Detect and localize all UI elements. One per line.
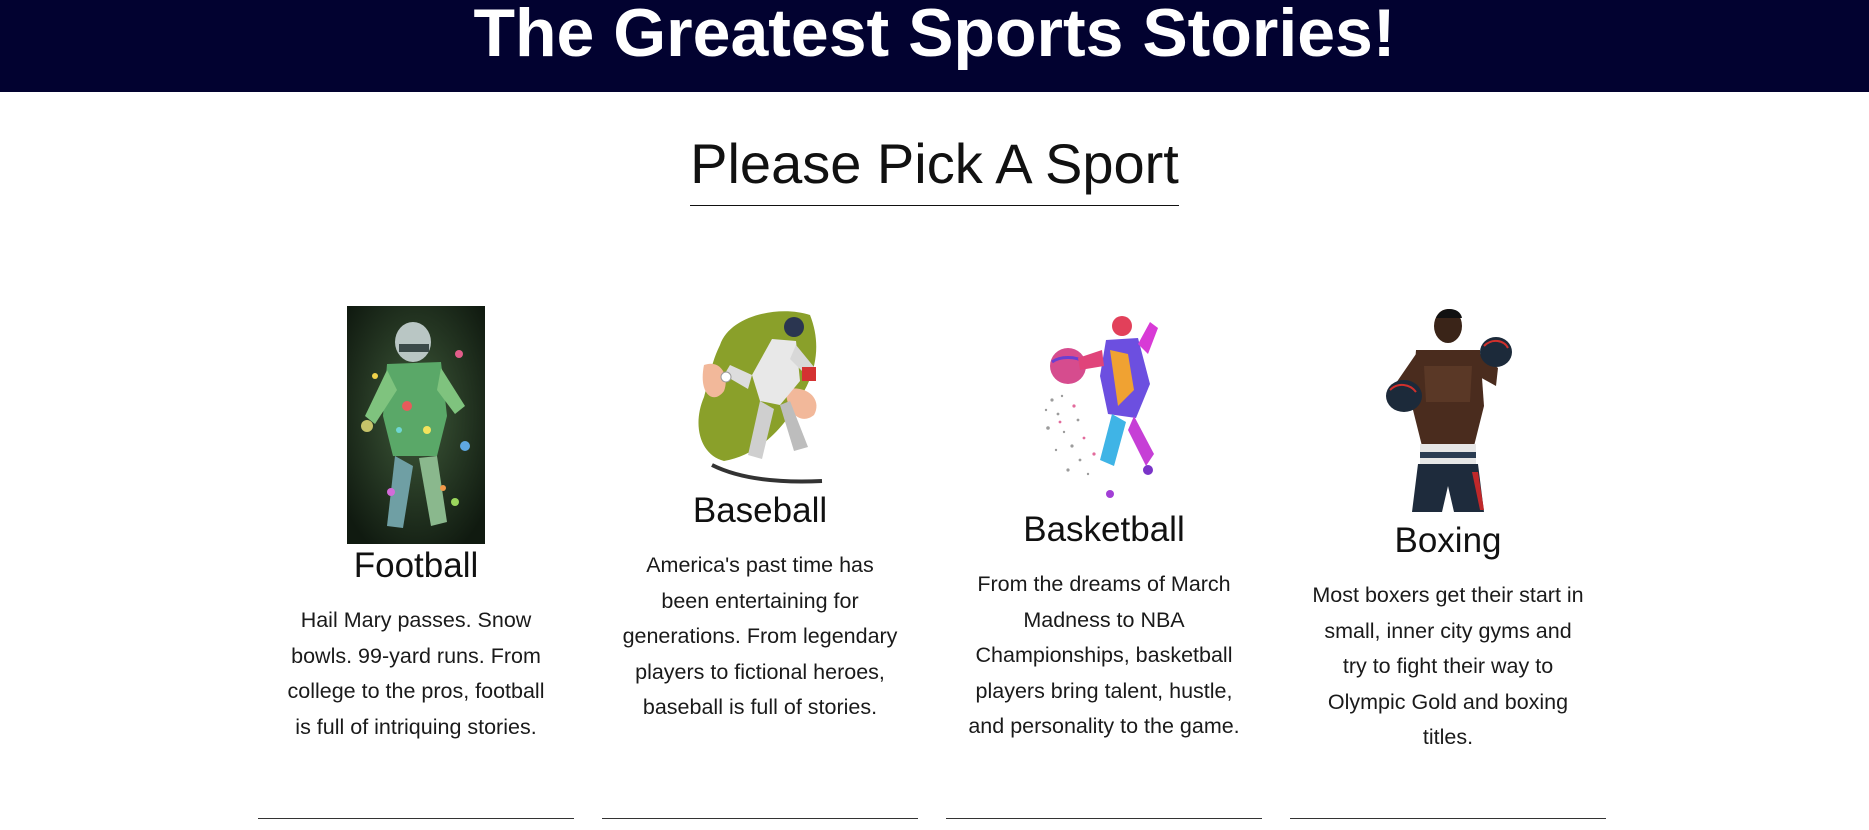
baseball-pitcher-icon <box>698 311 823 484</box>
sport-card-basketball[interactable]: Basketball From the dreams of March Madn… <box>946 300 1262 822</box>
football-player-icon <box>347 306 485 544</box>
sport-description-football: Hail Mary passes. Snow bowls. 99-yard ru… <box>287 608 545 739</box>
sport-title-baseball[interactable]: Baseball <box>602 490 918 532</box>
basketball-player-image[interactable] <box>1038 310 1170 500</box>
site-title: The Greatest Sports Stories! <box>473 0 1396 71</box>
sport-title-football[interactable]: Football <box>258 545 574 587</box>
sport-title-basketball[interactable]: Basketball <box>946 509 1262 551</box>
card-divider <box>946 818 1262 819</box>
sport-card-boxing[interactable]: Boxing Most boxers get their start in sm… <box>1290 300 1606 822</box>
football-player-image[interactable] <box>347 306 485 544</box>
sport-description-baseball: America's past time has been entertainin… <box>622 553 898 719</box>
baseball-pitcher-image[interactable] <box>690 305 830 489</box>
sport-card-baseball[interactable]: Baseball America's past time has been en… <box>602 300 918 822</box>
boxer-icon <box>1386 309 1512 512</box>
basketball-player-icon <box>1044 316 1158 498</box>
card-divider <box>1290 818 1606 819</box>
sport-card-football[interactable]: Football Hail Mary passes. Snow bowls. 9… <box>258 300 574 822</box>
sport-description-boxing: Most boxers get their start in small, in… <box>1312 583 1584 749</box>
sport-title-boxing[interactable]: Boxing <box>1290 520 1606 562</box>
card-divider <box>602 818 918 819</box>
pick-sport-heading: Please Pick A Sport <box>690 132 1179 206</box>
site-header: The Greatest Sports Stories! <box>0 0 1869 92</box>
boxer-image[interactable] <box>1380 306 1516 518</box>
section-heading: Please Pick A Sport <box>0 132 1869 206</box>
sport-description-basketball: From the dreams of March Madness to NBA … <box>968 572 1240 738</box>
card-divider <box>258 818 574 819</box>
